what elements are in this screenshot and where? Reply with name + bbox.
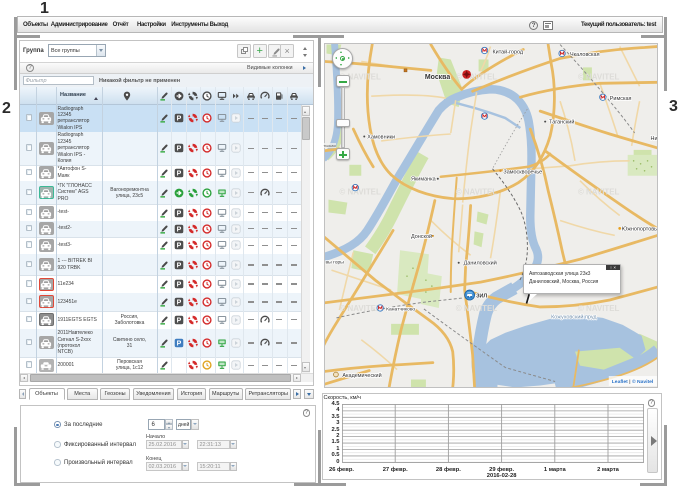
svg-text:Москва: Москва <box>424 73 449 80</box>
svg-text:Академический: Академический <box>342 372 381 379</box>
svg-text:Донской: Донской <box>410 232 431 239</box>
svg-text:Хамовники: Хамовники <box>367 134 395 140</box>
svg-text:Замоскворечье: Замоскворечье <box>503 169 542 175</box>
svg-text:Кожуховский пруд: Кожуховский пруд <box>551 313 597 320</box>
svg-text:Ниже: Ниже <box>650 135 657 141</box>
svg-text:© NAVITEL: © NAVITEL <box>577 303 619 312</box>
svg-text:Китай-город: Китай-город <box>492 48 523 55</box>
svg-text:Таганский: Таганский <box>549 118 574 125</box>
svg-text:© NAVITEL: © NAVITEL <box>455 187 497 196</box>
svg-text:ЗИЛ: ЗИЛ <box>476 293 487 299</box>
svg-text:Якиманка: Якиманка <box>410 176 436 182</box>
svg-text:Римская: Римская <box>609 96 631 102</box>
svg-text:© NAVITEL: © NAVITEL <box>455 72 497 81</box>
svg-text:Канатчиково: Канатчиково <box>386 306 415 312</box>
svg-text:Leaflet | © Navitel: Leaflet | © Navitel <box>611 377 653 384</box>
svg-text:вы горы: вы горы <box>325 260 344 265</box>
svg-text:© NAVITEL: © NAVITEL <box>577 187 619 196</box>
svg-text:© NAVITEL: © NAVITEL <box>339 303 381 312</box>
svg-text:Южнопортовый: Южнопортовый <box>621 225 657 232</box>
svg-text:Чкаловская: Чкаловская <box>570 51 600 57</box>
svg-text:© NAVITEL: © NAVITEL <box>577 72 619 81</box>
svg-text:Даниловский: Даниловский <box>463 259 496 266</box>
svg-text:© NAVITEL: © NAVITEL <box>455 303 497 312</box>
svg-text:© NAVITEL: © NAVITEL <box>339 187 381 196</box>
